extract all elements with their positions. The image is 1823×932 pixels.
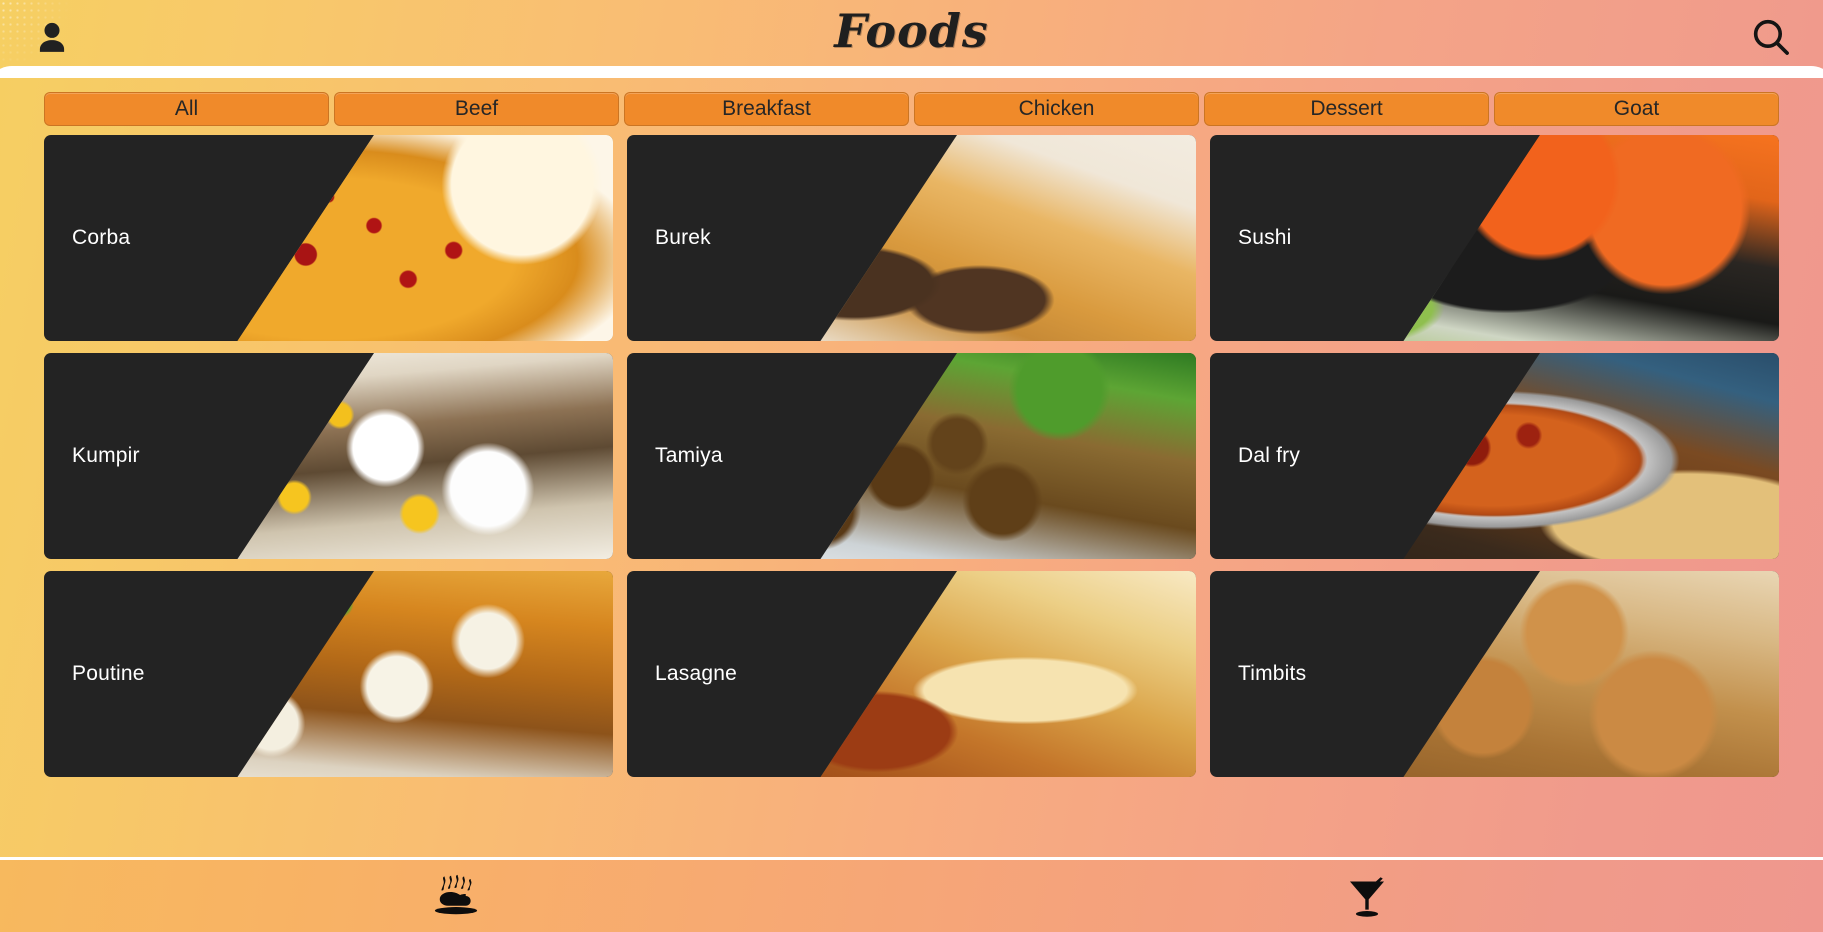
- food-photo: [237, 571, 613, 777]
- food-name: Dal fry: [1238, 444, 1301, 467]
- page-title: Foods: [834, 4, 989, 58]
- search-icon: [1748, 14, 1794, 65]
- food-card[interactable]: Lasagne: [627, 571, 1196, 777]
- food-photo: [1403, 571, 1779, 777]
- food-card[interactable]: Dal fry: [1210, 353, 1779, 559]
- tab-all[interactable]: All: [44, 92, 329, 126]
- food-card[interactable]: Poutine: [44, 571, 613, 777]
- food-photo: [1403, 353, 1779, 559]
- cocktail-glass-icon: [1345, 873, 1389, 919]
- food-card[interactable]: Tamiya: [627, 353, 1196, 559]
- food-card[interactable]: Timbits: [1210, 571, 1779, 777]
- tab-label: Breakfast: [722, 97, 811, 120]
- food-photo: [820, 571, 1196, 777]
- food-name: Sushi: [1238, 226, 1292, 249]
- tab-label: Beef: [454, 97, 499, 120]
- app-header: Foods: [0, 0, 1823, 78]
- food-card-grid: Corba Burek Sushi Kumpir Tamiya Dal fry …: [0, 135, 1823, 777]
- tab-goat[interactable]: Goat: [1494, 92, 1779, 126]
- search-button[interactable]: [1745, 13, 1797, 65]
- person-icon: [30, 17, 74, 61]
- tab-label: Dessert: [1310, 97, 1383, 120]
- tab-label: All: [174, 97, 199, 120]
- food-name: Tamiya: [655, 444, 723, 467]
- food-name: Lasagne: [655, 662, 737, 685]
- food-name: Burek: [655, 226, 711, 249]
- tab-beef[interactable]: Beef: [334, 92, 619, 126]
- tab-breakfast[interactable]: Breakfast: [624, 92, 909, 126]
- food-name: Corba: [72, 226, 131, 249]
- food-card[interactable]: Corba: [44, 135, 613, 341]
- tab-dessert[interactable]: Dessert: [1204, 92, 1489, 126]
- nav-item-drinks[interactable]: [912, 860, 1823, 932]
- category-tab-bar: All Beef Breakfast Chicken Dessert Goat: [0, 92, 1823, 126]
- food-photo: [237, 353, 613, 559]
- food-name: Poutine: [72, 662, 145, 685]
- profile-avatar-button[interactable]: [28, 15, 76, 63]
- nav-item-meals[interactable]: [0, 860, 912, 932]
- food-photo: [237, 135, 613, 341]
- food-card[interactable]: Burek: [627, 135, 1196, 341]
- tab-label: Chicken: [1018, 97, 1095, 120]
- food-name: Timbits: [1238, 662, 1307, 685]
- food-name: Kumpir: [72, 444, 140, 467]
- food-card[interactable]: Sushi: [1210, 135, 1779, 341]
- roast-turkey-icon: [430, 874, 482, 918]
- food-card[interactable]: Kumpir: [44, 353, 613, 559]
- food-photo: [820, 353, 1196, 559]
- tab-chicken[interactable]: Chicken: [914, 92, 1199, 126]
- food-photo: [820, 135, 1196, 341]
- bottom-navigation-bar: [0, 857, 1823, 932]
- tab-label: Goat: [1613, 97, 1660, 120]
- food-photo: [1403, 135, 1779, 341]
